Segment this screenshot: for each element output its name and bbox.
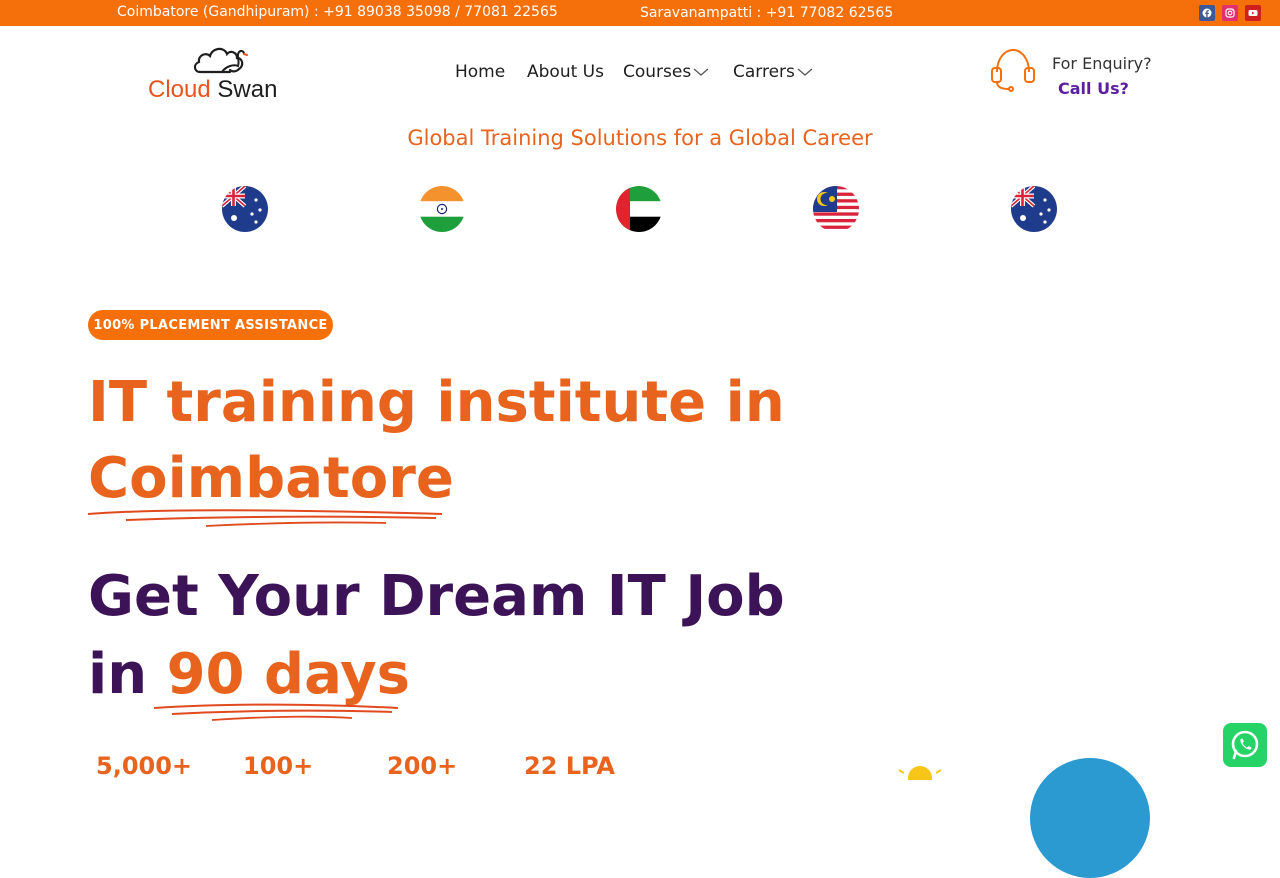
top-contact-bar: Coimbatore (Gandhipuram) : +91 89038 350… (0, 0, 1280, 26)
whatsapp-icon (1231, 730, 1259, 760)
facebook-icon[interactable] (1199, 5, 1215, 21)
australia-flag (1011, 186, 1057, 232)
cloud-swan-logo[interactable]: Cloud Swan (148, 40, 298, 106)
contact-saravanampatti: Saravanampatti : +91 77082 62565 (640, 5, 894, 21)
malaysia-flag (813, 186, 859, 232)
scribble-underline-decoration (153, 703, 399, 721)
nav-home[interactable]: Home (455, 62, 505, 82)
enquiry-label: For Enquiry? (1052, 54, 1152, 73)
nav-carrers[interactable]: Carrers (733, 62, 813, 82)
chevron-down-icon (693, 68, 709, 76)
logo-wordmark: Cloud Swan (148, 76, 278, 103)
tagline: Global Training Solutions for a Global C… (407, 126, 873, 150)
youtube-icon[interactable] (1245, 5, 1261, 21)
headset-icon (991, 48, 1035, 92)
highlight-90-days: 90 days (166, 642, 410, 707)
hero-subtitle-line1: Get Your Dream IT Job (88, 564, 785, 629)
stat-value: 5,000+ (96, 752, 193, 780)
whatsapp-button[interactable] (1223, 723, 1267, 767)
sun-icon (898, 766, 942, 780)
uae-flag (616, 186, 662, 232)
australia-flag (222, 186, 268, 232)
cloud-swan-logo-icon (193, 47, 248, 74)
stat-value: 22 LPA (524, 752, 616, 780)
decorative-blue-circle (1030, 758, 1150, 878)
stat-value: 200+ (387, 752, 458, 780)
call-us-link[interactable]: Call Us? (1058, 79, 1129, 98)
contact-gandhipuram: Coimbatore (Gandhipuram) : +91 89038 350… (117, 4, 558, 20)
scribble-underline-decoration (87, 509, 443, 527)
hero-title-line2: Coimbatore (88, 446, 454, 511)
placement-badge: 100% PLACEMENT ASSISTANCE (88, 310, 333, 340)
nav-courses[interactable]: Courses (623, 62, 709, 82)
hero-subtitle-line2: in 90 days (88, 642, 410, 707)
hero-title-line1: IT training institute in (88, 370, 785, 435)
chevron-down-icon (797, 68, 813, 76)
stat-value: 100+ (243, 752, 314, 780)
instagram-icon[interactable] (1222, 5, 1238, 21)
nav-about-us[interactable]: About Us (527, 62, 604, 82)
india-flag (419, 186, 465, 232)
